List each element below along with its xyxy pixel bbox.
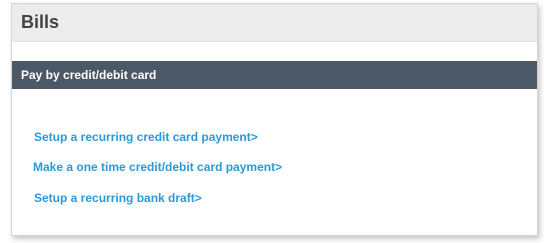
section-header-bar: Pay by credit/debit card: [12, 61, 537, 89]
setup-recurring-credit-card-link[interactable]: Setup a recurring credit card payment>: [34, 130, 258, 144]
page-title: Bills: [21, 12, 60, 32]
panel-header: Bills: [12, 4, 537, 42]
one-time-card-payment-link[interactable]: Make a one time credit/debit card paymen…: [33, 160, 282, 174]
setup-recurring-bank-draft-link[interactable]: Setup a recurring bank draft>: [34, 191, 202, 205]
section-title: Pay by credit/debit card: [21, 68, 157, 82]
bills-panel: Bills Pay by credit/debit card Setup a r…: [11, 3, 538, 236]
